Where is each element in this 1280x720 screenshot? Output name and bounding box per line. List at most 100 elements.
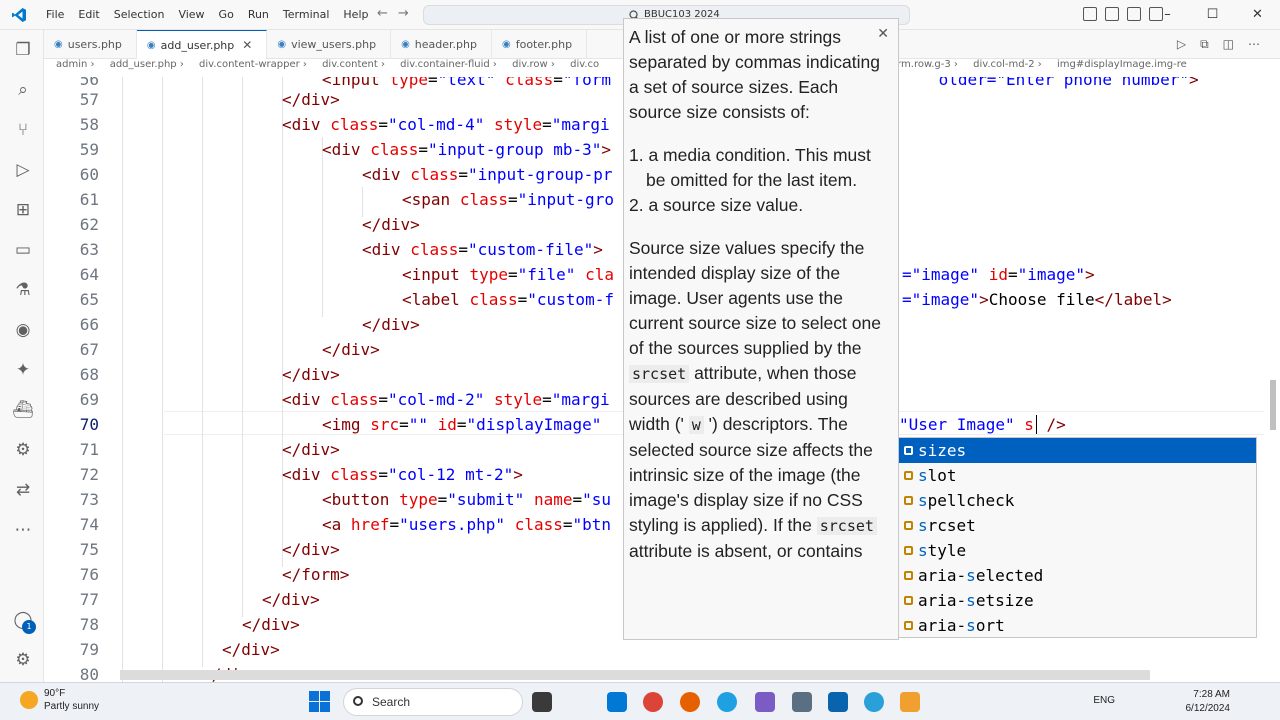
php-file-icon: ◉ — [277, 39, 287, 50]
tab-add-user[interactable]: ◉ add_user.php ✕ — [136, 30, 268, 59]
breadcrumb-item[interactable]: img#displayImage.img-re — [1057, 59, 1187, 70]
explorer-icon[interactable]: ❐ — [12, 39, 34, 61]
line-number: 71 — [79, 440, 99, 459]
doc-paragraph: A list of one or more strings separated … — [629, 27, 880, 122]
close-tab-icon[interactable]: ✕ — [242, 38, 252, 52]
language-indicator[interactable]: ENG — [1093, 695, 1115, 706]
vertical-scrollbar[interactable] — [1270, 380, 1276, 430]
visual-studio-icon[interactable] — [755, 692, 775, 712]
menu-edit[interactable]: Edit — [71, 0, 106, 30]
file-explorer-icon[interactable] — [792, 692, 812, 712]
property-icon — [904, 496, 913, 505]
chrome-icon[interactable] — [643, 692, 663, 712]
search-icon — [353, 696, 363, 706]
breadcrumb-item[interactable]: div.co — [570, 59, 599, 70]
copilot-icon[interactable]: ✦ — [12, 359, 34, 381]
menu-file[interactable]: File — [39, 0, 71, 30]
settings-sync-icon[interactable]: ⚙ — [12, 439, 34, 461]
line-number: 63 — [79, 240, 99, 259]
forward-arrow-icon[interactable]: → — [398, 6, 409, 21]
horizontal-scrollbar[interactable] — [120, 670, 1150, 680]
mail-icon[interactable] — [828, 692, 848, 712]
breadcrumb-item[interactable]: add_user.php — [110, 59, 177, 70]
suggestion-item[interactable]: sizes — [899, 438, 1256, 463]
line-number: 58 — [79, 115, 99, 134]
more-icon[interactable]: ⋯ — [12, 519, 34, 541]
line-number: 59 — [79, 140, 99, 159]
line-number: 74 — [79, 515, 99, 534]
menu-run[interactable]: Run — [241, 0, 276, 30]
source-control-icon[interactable]: ⑂ — [12, 119, 34, 141]
indent-guide — [282, 77, 283, 567]
suggestion-item[interactable]: aria-selected — [899, 563, 1256, 588]
breadcrumb-item[interactable]: div.col-md-2 — [973, 59, 1035, 70]
extensions-icon[interactable]: ⊞ — [12, 199, 34, 221]
nav-arrows: ← → — [377, 6, 409, 21]
breadcrumb-item[interactable]: admin — [56, 59, 87, 70]
menu-terminal[interactable]: Terminal — [276, 0, 337, 30]
line-number: 66 — [79, 315, 99, 334]
toggle-panel-icon[interactable] — [1105, 7, 1119, 21]
breadcrumb-item[interactable]: div.content-wrapper — [199, 59, 300, 70]
task-view-icon[interactable] — [532, 692, 552, 712]
docker-icon[interactable]: ⛴ — [12, 399, 34, 421]
taskbar-search[interactable]: Search — [343, 688, 523, 716]
doc-list-item: 1. a media condition. This must be omitt… — [629, 145, 871, 190]
menu-selection[interactable]: Selection — [107, 0, 172, 30]
live-share-icon[interactable]: ⇄ — [12, 479, 34, 501]
breadcrumb-item[interactable]: div.row — [512, 59, 548, 70]
app-icon[interactable] — [864, 692, 884, 712]
clock[interactable]: 7:28 AM 6/12/2024 — [1160, 688, 1231, 716]
tab-header[interactable]: ◉ header.php — [391, 30, 492, 59]
vscode-taskbar-icon[interactable] — [607, 692, 627, 712]
back-arrow-icon[interactable]: ← — [377, 6, 388, 21]
more-actions-icon[interactable]: ⋯ — [1248, 37, 1260, 52]
property-icon — [904, 446, 913, 455]
breadcrumb-item[interactable]: div.container-fluid — [400, 59, 490, 70]
testing-icon[interactable]: ⚗ — [12, 279, 34, 301]
tab-label: footer.php — [515, 38, 573, 51]
minimize-icon[interactable]: – — [1145, 0, 1190, 30]
tab-users[interactable]: ◉ users.php — [44, 30, 137, 59]
menu-help[interactable]: Help — [336, 0, 375, 30]
tab-view-users[interactable]: ◉ view_users.php — [267, 30, 392, 59]
split-editor-icon[interactable]: ◫ — [1223, 37, 1234, 52]
manage-gear-icon[interactable]: ⚙ — [12, 649, 34, 671]
close-window-icon[interactable]: ✕ — [1235, 0, 1280, 30]
toggle-sidebar-icon[interactable] — [1083, 7, 1097, 21]
tab-footer[interactable]: ◉ footer.php — [492, 30, 588, 59]
firefox-icon[interactable] — [680, 692, 700, 712]
php-file-icon: ◉ — [501, 39, 511, 50]
time: 7:28 AM — [1193, 689, 1230, 700]
github-icon[interactable]: ◉ — [12, 319, 34, 341]
php-file-icon: ◉ — [146, 39, 156, 51]
maximize-icon[interactable]: ☐ — [1190, 0, 1235, 30]
run-debug-icon[interactable]: ▷ — [12, 159, 34, 181]
editor-actions: ▷ ⧉ ◫ ⋯ — [1177, 37, 1260, 52]
search-icon[interactable]: ⌕ — [12, 79, 34, 101]
edge-icon[interactable] — [717, 692, 737, 712]
suggestion-item[interactable]: spellcheck — [899, 488, 1256, 513]
line-number: 60 — [79, 165, 99, 184]
suggestion-item[interactable]: slot — [899, 463, 1256, 488]
hover-documentation: ✕ A list of one or more strings separate… — [623, 18, 899, 640]
autocomplete-list: sizes slot spellcheck srcset style aria-… — [898, 437, 1257, 638]
menu-view[interactable]: View — [171, 0, 211, 30]
suggestion-item[interactable]: aria-setsize — [899, 588, 1256, 613]
start-button-icon[interactable] — [309, 691, 330, 712]
suggestion-item[interactable]: aria-sort — [899, 613, 1256, 638]
line-number: 73 — [79, 490, 99, 509]
suggestion-item[interactable]: style — [899, 538, 1256, 563]
suggestion-item[interactable]: srcset — [899, 513, 1256, 538]
xampp-icon[interactable] — [900, 692, 920, 712]
indent-guide — [322, 137, 323, 317]
breadcrumb-item[interactable]: div.content — [322, 59, 378, 70]
toggle-secondary-sidebar-icon[interactable] — [1127, 7, 1141, 21]
menu-bar: File Edit Selection View Go Run Terminal… — [39, 0, 375, 30]
open-preview-icon[interactable]: ⧉ — [1200, 37, 1209, 52]
vscode-window: File Edit Selection View Go Run Terminal… — [0, 0, 1280, 720]
menu-go[interactable]: Go — [212, 0, 241, 30]
remote-explorer-icon[interactable]: ▭ — [12, 239, 34, 261]
close-icon[interactable]: ✕ — [877, 21, 889, 46]
run-file-icon[interactable]: ▷ — [1177, 37, 1186, 52]
